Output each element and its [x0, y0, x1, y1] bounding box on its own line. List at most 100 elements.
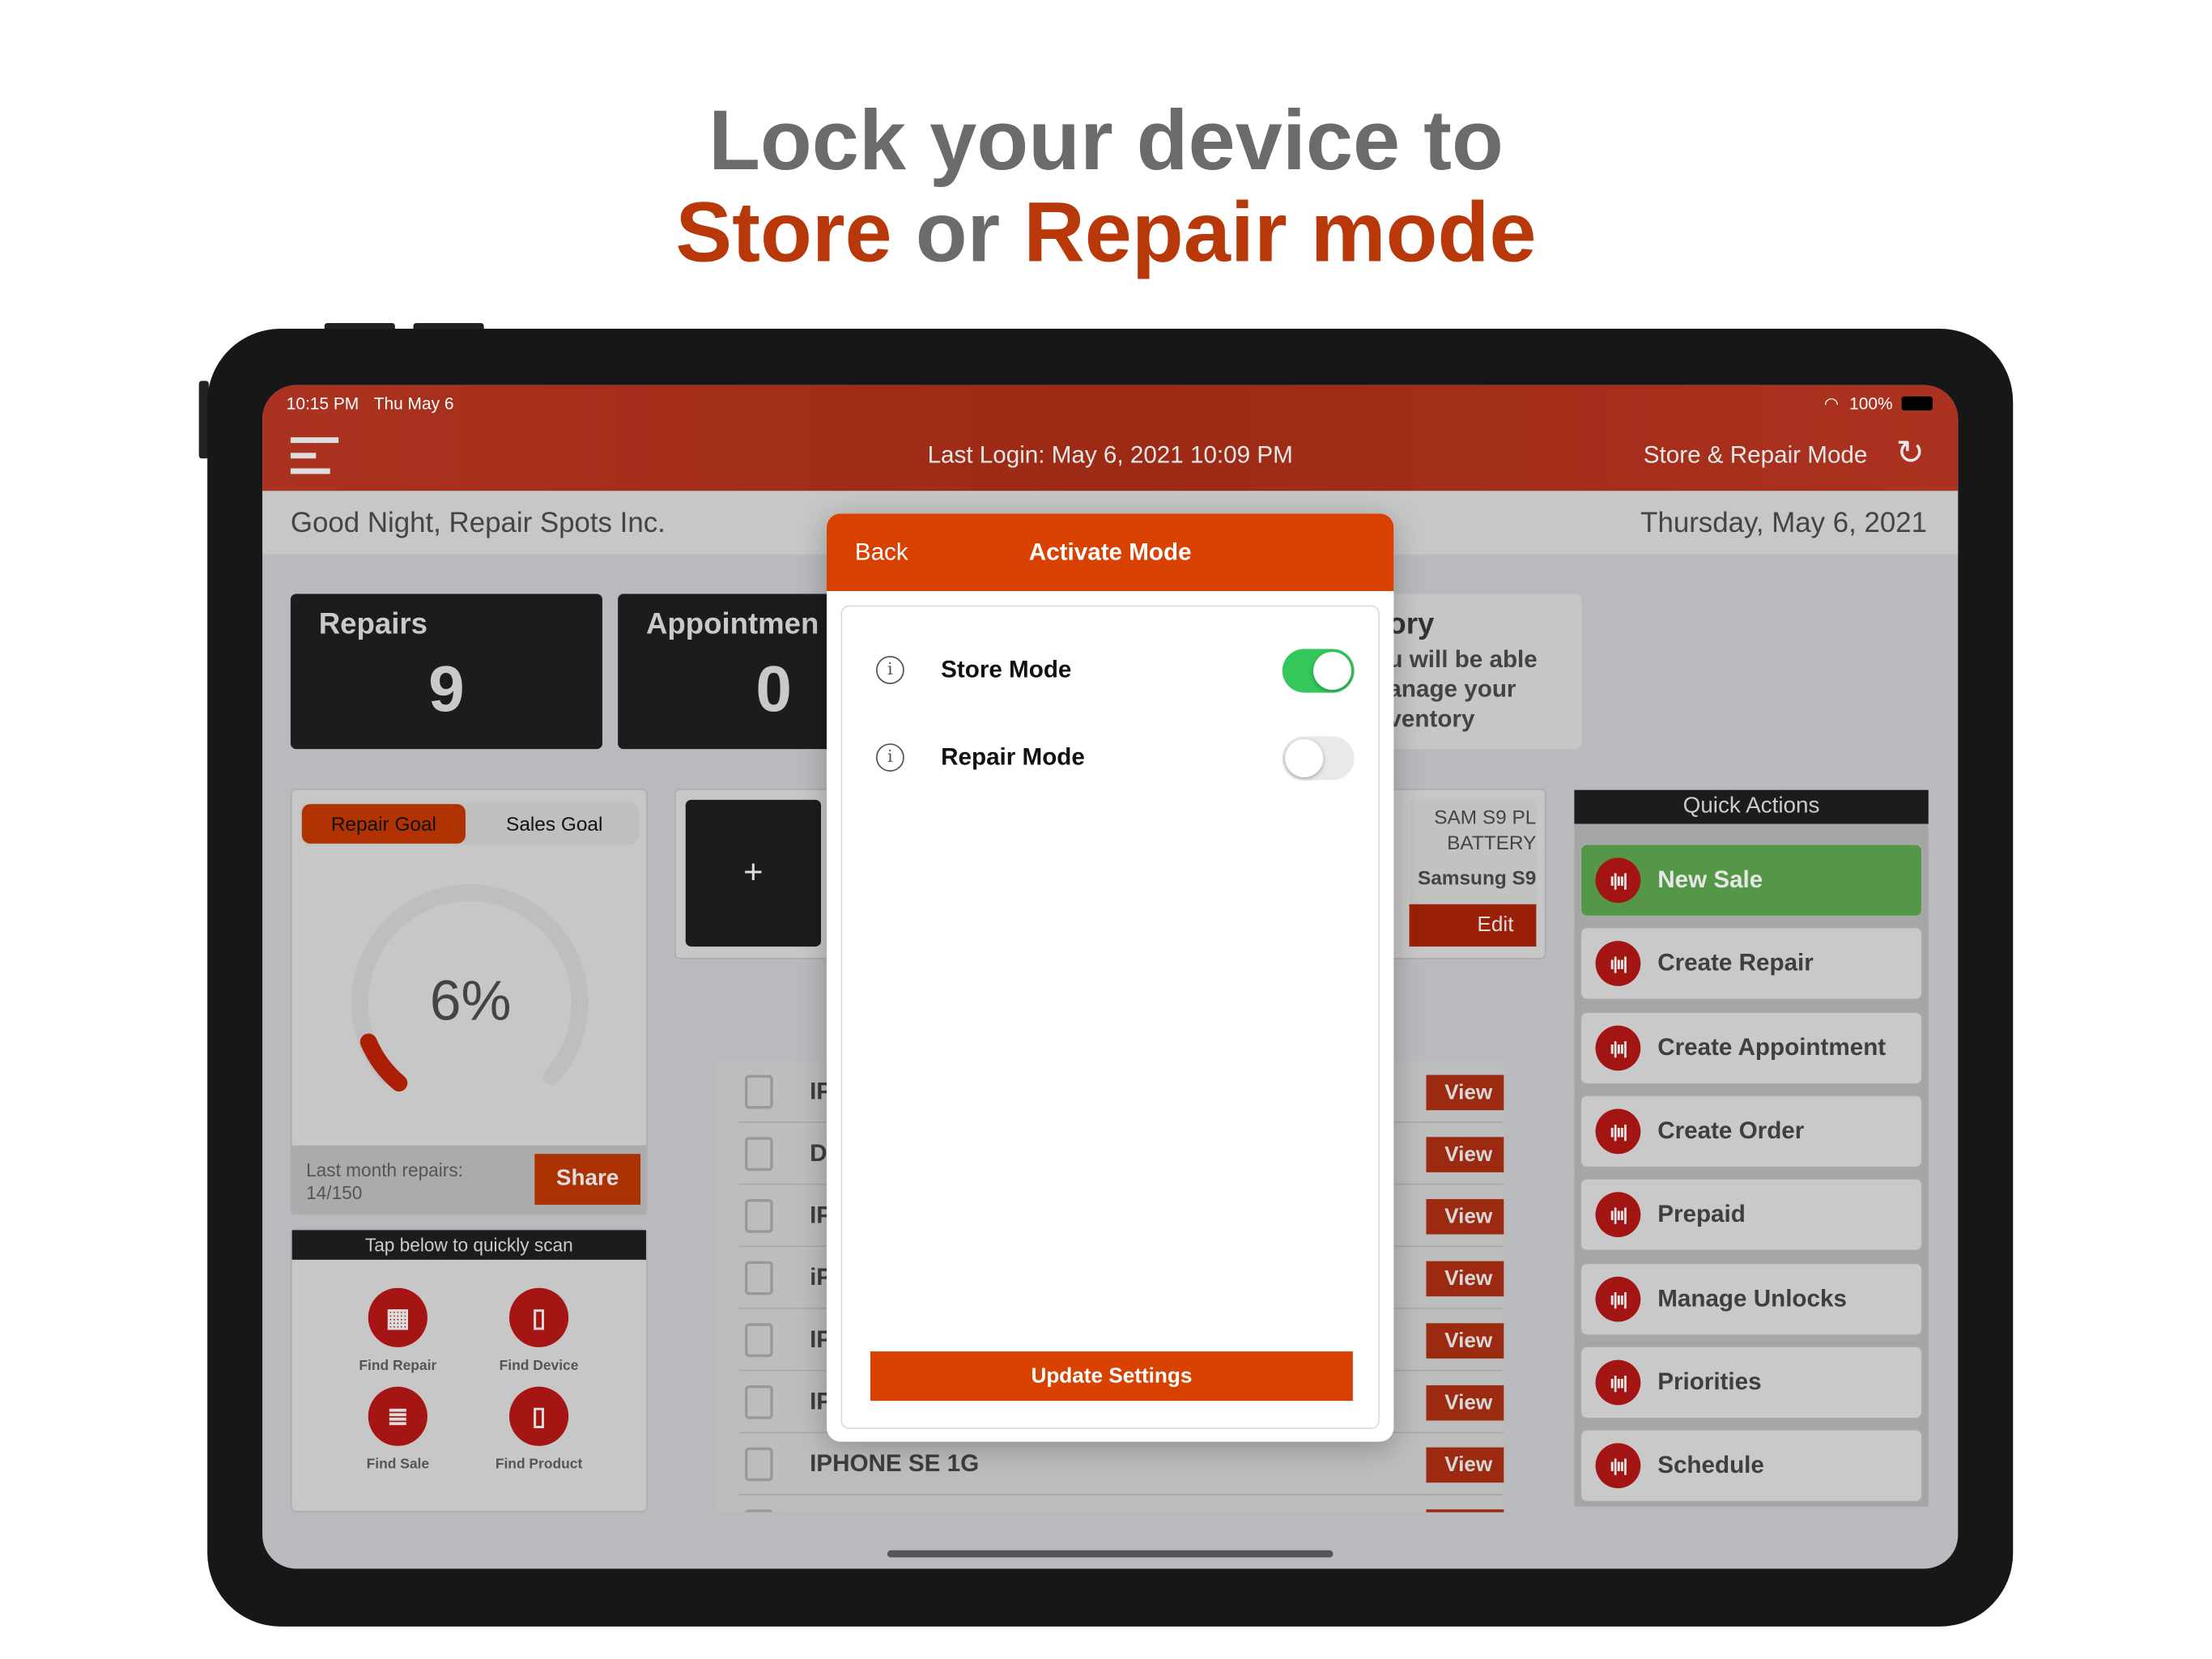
goal-footer: Last month repairs: 14/150 Share — [291, 1145, 646, 1215]
find-device-button[interactable]: ▯ Find Device — [468, 1287, 609, 1374]
headline-repair-mode: Repair mode — [1023, 185, 1537, 279]
list-item: IPHONE SE 1G View — [738, 1433, 1504, 1495]
product-tile[interactable]: SAM S9 PL BATTERY Samsung S9 Edit — [1409, 799, 1537, 947]
appointments-label: Appointmen — [645, 607, 819, 641]
store-mode-toggle[interactable] — [1282, 648, 1355, 692]
phone-repair-icon — [744, 1074, 773, 1108]
quick-action-label: Schedule — [1657, 1451, 1764, 1479]
wifi-icon: ◠ — [1823, 393, 1840, 414]
device-charger-icon: ▯ — [508, 1386, 569, 1446]
view-button[interactable]: View — [1426, 1323, 1504, 1359]
repair-mode-row: i Repair Mode — [842, 730, 1378, 786]
goal-percent: 6% — [429, 970, 512, 1033]
quick-action-label: Prepaid — [1657, 1201, 1746, 1228]
battery-icon — [1901, 396, 1933, 411]
find-product-button[interactable]: ▯ Find Product — [468, 1386, 609, 1473]
headline-store: Store — [675, 185, 892, 279]
repair-mode-label: Repair Mode — [941, 743, 1085, 771]
edit-button[interactable]: Edit — [1409, 904, 1537, 947]
barcode-scan-icon: ı|ıı| — [1595, 857, 1641, 904]
barcode-scan-icon: ı|ıı| — [1595, 1359, 1641, 1405]
qr-code-icon: ▦ — [368, 1287, 428, 1347]
view-button[interactable]: View — [1426, 1137, 1504, 1172]
refresh-icon[interactable]: ↻ — [1896, 433, 1925, 474]
headline-or: or — [915, 185, 1001, 279]
quick-action-label: Create Appointment — [1657, 1033, 1887, 1061]
phone-repair-icon — [744, 1198, 773, 1232]
gauge-fill — [359, 1033, 408, 1092]
modal-header: Back Activate Mode — [826, 513, 1394, 592]
view-button[interactable]: View — [1426, 1385, 1504, 1421]
repairs-stat-card[interactable]: Repairs 9 — [290, 593, 602, 750]
quick-action-priorities[interactable]: ı|ıı| Priorities — [1580, 1345, 1923, 1419]
view-button[interactable]: View — [1426, 1074, 1504, 1111]
phone-repair-icon — [744, 1508, 773, 1512]
phone-repair-icon — [744, 1322, 773, 1357]
receipt-icon: ≣ — [368, 1386, 428, 1446]
status-date: Thu May 6 — [373, 393, 454, 414]
quick-action-new-sale[interactable]: ı|ıı| New Sale — [1580, 843, 1923, 917]
product-model: Samsung S9 — [1417, 866, 1537, 889]
store-mode-label: Store Mode — [941, 656, 1072, 683]
quick-action-label: Create Repair — [1657, 950, 1814, 977]
find-sale-button[interactable]: ≣ Find Sale — [327, 1386, 468, 1473]
barcode-scan-icon: ı|ıı| — [1595, 1108, 1641, 1155]
barcode-scan-icon: ı|ıı| — [1595, 1192, 1641, 1238]
phone-icon: ▯ — [508, 1287, 569, 1347]
view-button[interactable]: View — [1426, 1509, 1504, 1512]
headline-line-1: Lock your device to — [708, 92, 1504, 188]
home-indicator — [887, 1550, 1334, 1558]
quick-action-schedule[interactable]: ı|ıı| Schedule — [1580, 1429, 1923, 1503]
phone-repair-icon — [744, 1385, 773, 1419]
find-repair-button[interactable]: ▦ Find Repair — [327, 1287, 468, 1374]
quick-action-manage-unlocks[interactable]: ı|ıı| Manage Unlocks — [1580, 1261, 1923, 1336]
quick-action-label: Create Order — [1657, 1117, 1805, 1144]
add-product-button[interactable]: + — [685, 799, 822, 947]
quick-action-label: Priorities — [1657, 1368, 1762, 1395]
phone-repair-icon — [744, 1260, 773, 1295]
view-button[interactable]: View — [1426, 1261, 1504, 1297]
modal-body: i Store Mode i Repair Mode Update Settin… — [840, 605, 1380, 1429]
quick-action-label: Manage Unlocks — [1657, 1284, 1847, 1312]
current-date: Thursday, May 6, 2021 — [1640, 508, 1927, 539]
quick-actions-title: Quick Actions — [1574, 789, 1929, 824]
last-month-repairs: Last month repairs: 14/150 — [306, 1159, 463, 1204]
info-icon[interactable]: i — [875, 743, 904, 772]
top-nav-bar: 10:15 PM Thu May 6 ◠ 100% Last Login: Ma… — [262, 385, 1959, 491]
quick-action-create-order[interactable]: ı|ıı| Create Order — [1580, 1094, 1923, 1168]
store-repair-mode-button[interactable]: Store & Repair Mode — [1644, 441, 1868, 470]
tab-repair-goal[interactable]: Repair Goal — [301, 804, 466, 844]
app-store-screenshot: Lock your device to Store or Repair mode… — [0, 0, 2212, 1659]
activate-mode-modal: Back Activate Mode i Store Mode i Repair… — [826, 513, 1394, 1442]
ipad-screen: 10:15 PM Thu May 6 ◠ 100% Last Login: Ma… — [262, 385, 1959, 1569]
store-mode-row: i Store Mode — [842, 642, 1378, 699]
goal-card: Repair Goal Sales Goal 6% Last month rep… — [290, 788, 648, 1215]
view-button[interactable]: View — [1426, 1447, 1504, 1483]
tab-sales-goal[interactable]: Sales Goal — [471, 804, 638, 844]
quick-action-label: New Sale — [1657, 866, 1763, 893]
battery-percent: 100% — [1849, 393, 1893, 414]
list-item-name: IPHONE SE 1G — [810, 1449, 980, 1477]
inventory-title: ory — [1388, 607, 1435, 641]
share-button[interactable]: Share — [534, 1154, 641, 1205]
quick-action-create-appointment[interactable]: ı|ıı| Create Appointment — [1580, 1010, 1923, 1085]
barcode-scan-icon: ı|ıı| — [1595, 1024, 1641, 1070]
barcode-scan-icon: ı|ıı| — [1595, 1443, 1641, 1489]
phone-repair-icon — [744, 1136, 773, 1171]
headline-line-2: Store or Repair mode — [0, 185, 2212, 279]
phone-repair-icon — [744, 1446, 773, 1481]
barcode-scan-icon: ı|ıı| — [1595, 941, 1641, 987]
modal-title: Activate Mode — [1028, 538, 1192, 566]
status-time: 10:15 PM — [286, 393, 359, 414]
repairs-value: 9 — [428, 651, 465, 725]
scan-title: Tap below to quickly scan — [291, 1230, 646, 1260]
repair-mode-toggle[interactable] — [1282, 735, 1355, 780]
view-button[interactable]: View — [1426, 1198, 1504, 1235]
update-settings-button[interactable]: Update Settings — [870, 1351, 1353, 1402]
info-icon[interactable]: i — [875, 656, 904, 685]
quick-action-prepaid[interactable]: ı|ıı| Prepaid — [1580, 1178, 1923, 1252]
list-item: View — [739, 1495, 1504, 1512]
barcode-scan-icon: ı|ıı| — [1595, 1275, 1641, 1321]
greeting-text: Good Night, Repair Spots Inc. — [290, 508, 666, 539]
quick-action-create-repair[interactable]: ı|ıı| Create Repair — [1580, 927, 1923, 1001]
